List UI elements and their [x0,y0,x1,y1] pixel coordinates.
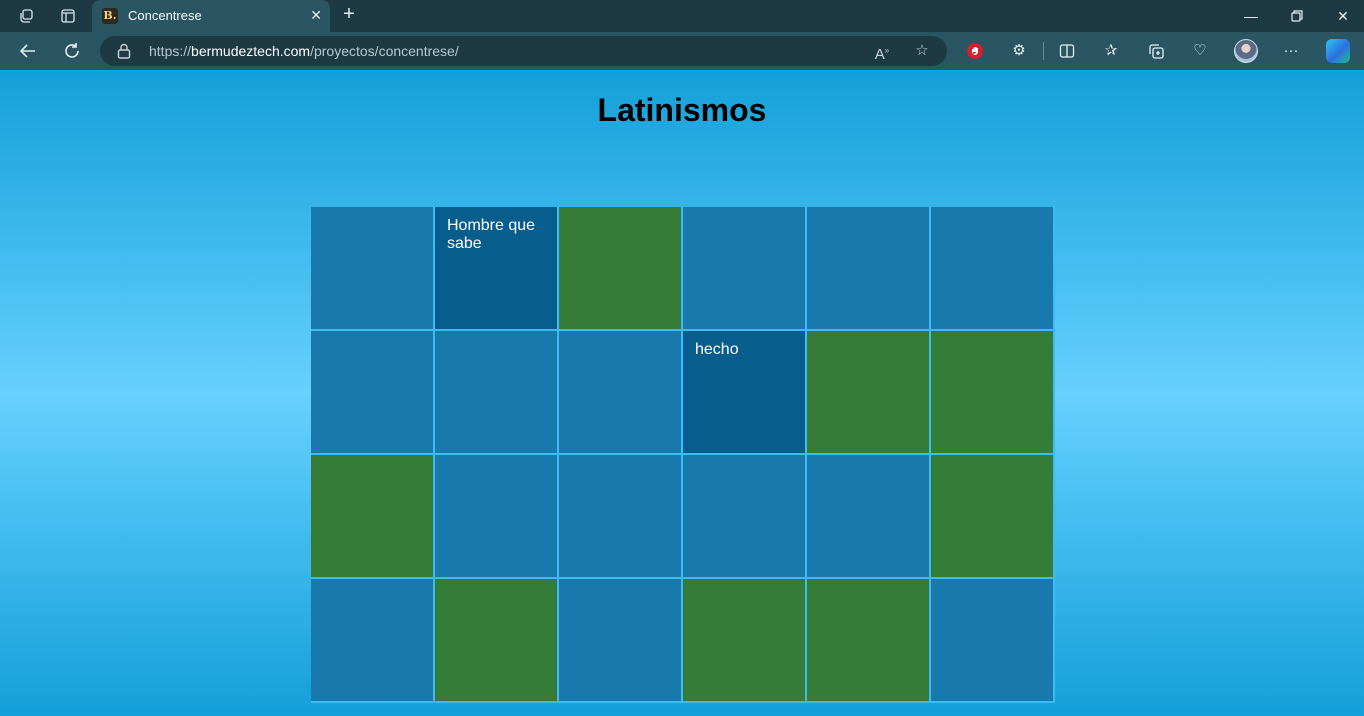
card-hidden[interactable] [807,207,929,329]
extension-adblock-icon[interactable] [962,39,988,63]
back-icon[interactable] [14,39,42,63]
read-aloud-icon[interactable]: A» [871,40,893,63]
card-hidden[interactable] [559,331,681,453]
card-flipped[interactable]: hecho [683,331,805,453]
profile-avatar[interactable] [1234,39,1258,63]
browser-tab-strip: B. Concentrese ✕ + — ✕ [0,0,1364,32]
close-window-icon[interactable]: ✕ [1328,5,1358,27]
card-hidden[interactable] [931,207,1053,329]
refresh-icon[interactable] [58,39,86,63]
page-content: Latinismos Hombre que sabe hecho [0,70,1364,716]
card-matched [931,455,1053,577]
game-title: Latinismos [597,92,767,128]
url-text[interactable]: https://bermudeztech.com/proyectos/conce… [149,43,459,59]
copilot-icon[interactable] [1326,39,1350,63]
favorite-star-icon[interactable]: ☆ [911,40,933,62]
card-matched [931,331,1053,453]
card-hidden[interactable] [559,579,681,701]
collections-icon[interactable] [1143,39,1169,63]
workspaces-icon[interactable] [12,4,40,28]
card-hidden[interactable] [311,331,433,453]
favorites-icon[interactable]: ✰ [1098,39,1124,63]
card-text: Hombre que sabe [447,217,536,252]
card-hidden[interactable] [683,455,805,577]
card-matched [807,579,929,701]
card-hidden[interactable] [435,455,557,577]
tab-actions-icon[interactable] [54,4,82,28]
url-prefix: https:// [149,43,192,59]
url-path: /proyectos/concentrese/ [310,43,459,59]
card-matched [559,207,681,329]
card-hidden[interactable] [683,207,805,329]
lock-icon[interactable] [117,43,131,59]
card-matched [311,455,433,577]
toolbar-divider [1043,42,1044,60]
card-hidden[interactable] [311,207,433,329]
card-flipped[interactable]: Hombre que sabe [435,207,557,329]
card-hidden[interactable] [311,579,433,701]
extensions-puzzle-icon[interactable]: ⚙ [1006,39,1032,63]
browser-toolbar: https://bermudeztech.com/proyectos/conce… [0,32,1364,70]
card-hidden[interactable] [435,331,557,453]
url-domain: bermudeztech.com [191,43,311,59]
browser-essentials-icon[interactable]: ♡ [1187,39,1213,63]
game-board: Hombre que sabe hecho [311,207,1055,703]
card-hidden[interactable] [807,455,929,577]
tab-title: Concentrese [128,8,202,23]
close-tab-icon[interactable]: ✕ [310,7,322,24]
card-matched [807,331,929,453]
split-screen-icon[interactable] [1054,39,1080,63]
active-tab[interactable]: B. Concentrese ✕ [92,0,330,32]
more-options-icon[interactable]: ··· [1278,39,1304,63]
address-bar[interactable]: https://bermudeztech.com/proyectos/conce… [100,36,947,66]
new-tab-button[interactable]: + [338,3,360,27]
card-hidden[interactable] [931,579,1053,701]
restore-icon[interactable] [1282,5,1312,27]
card-matched [435,579,557,701]
card-text: hecho [695,341,739,358]
card-matched [683,579,805,701]
card-hidden[interactable] [559,455,681,577]
minimize-icon[interactable]: — [1236,5,1266,27]
site-favicon: B. [102,8,118,24]
